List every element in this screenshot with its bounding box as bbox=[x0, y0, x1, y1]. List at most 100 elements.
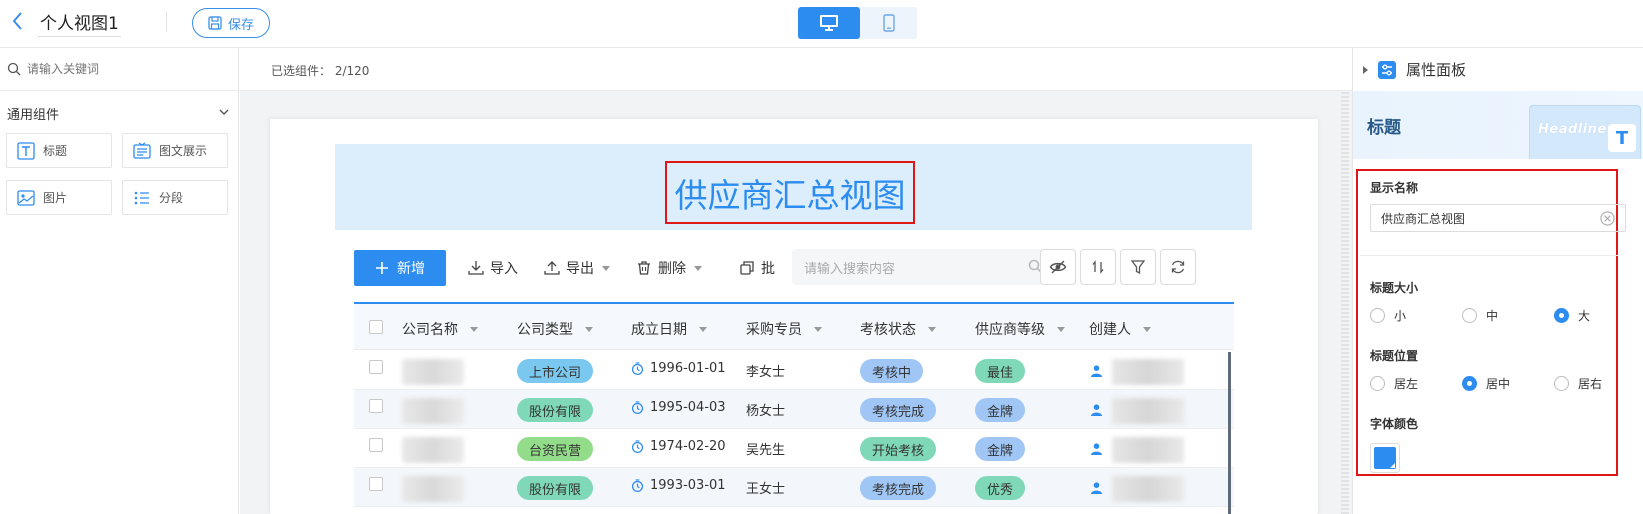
column-header[interactable]: 公司名称 bbox=[402, 319, 478, 339]
row-checkbox[interactable] bbox=[369, 477, 383, 491]
properties-panel-header[interactable]: 属性面板 bbox=[1353, 48, 1643, 91]
canvas-scrollbar[interactable] bbox=[1341, 92, 1349, 514]
display-name-input[interactable]: 供应商汇总视图 bbox=[1370, 204, 1626, 232]
delete-button[interactable]: 删除 bbox=[636, 250, 702, 286]
position-option-right[interactable]: 居右 bbox=[1554, 375, 1602, 392]
component-group-header[interactable]: 通用组件 bbox=[7, 104, 229, 123]
column-header-label: 供应商等级 bbox=[975, 322, 1045, 338]
component-title[interactable]: 标题 bbox=[6, 133, 112, 168]
size-option-medium[interactable]: 中 bbox=[1462, 307, 1498, 324]
level-tag: 最佳 bbox=[975, 359, 1026, 383]
row-checkbox[interactable] bbox=[369, 438, 383, 452]
creator-name-blurred bbox=[1112, 398, 1184, 424]
column-header[interactable]: 考核状态 bbox=[860, 319, 936, 339]
creator-name-blurred bbox=[1112, 437, 1184, 463]
properties-panel-title: 属性面板 bbox=[1406, 61, 1467, 79]
company-name-blurred bbox=[402, 437, 464, 463]
table-row[interactable]: 台资民营 1974-02-20 吴先生 开始考核 金牌 bbox=[354, 429, 1234, 468]
save-button[interactable]: 保存 bbox=[192, 8, 270, 38]
mobile-view-button[interactable] bbox=[860, 7, 917, 39]
component-search-input[interactable] bbox=[27, 62, 227, 76]
divider bbox=[1360, 255, 1618, 256]
hide-columns-button[interactable] bbox=[1040, 249, 1076, 285]
date-text: 1995-04-03 bbox=[650, 400, 726, 415]
column-header[interactable]: 供应商等级 bbox=[975, 319, 1065, 339]
table-search-placeholder: 请输入搜索内容 bbox=[804, 261, 896, 277]
page-title[interactable]: 供应商汇总视图 bbox=[665, 161, 915, 224]
back-icon[interactable] bbox=[10, 10, 34, 34]
desktop-view-button[interactable] bbox=[798, 7, 860, 39]
filter-button[interactable] bbox=[1120, 249, 1156, 285]
table-search-input[interactable]: 请输入搜索内容 bbox=[792, 249, 1052, 285]
row-checkbox[interactable] bbox=[369, 399, 383, 413]
clock-icon bbox=[631, 440, 644, 453]
radio-label: 小 bbox=[1394, 309, 1407, 323]
founded-date: 1996-01-01 bbox=[631, 361, 726, 376]
component-image[interactable]: 图片 bbox=[6, 180, 112, 215]
batch-edit-icon bbox=[740, 261, 754, 275]
user-icon bbox=[1091, 404, 1102, 416]
level-tag: 金牌 bbox=[975, 437, 1026, 461]
supplier-table: 公司名称 公司类型 成立日期 采购专员 考核状态 供应商等级 创建人 上市公司 … bbox=[354, 302, 1234, 514]
user-icon bbox=[1091, 482, 1102, 494]
import-icon bbox=[468, 261, 484, 275]
select-all-checkbox[interactable] bbox=[369, 320, 383, 334]
batch-button[interactable]: 批 bbox=[739, 250, 775, 286]
clear-icon[interactable] bbox=[1600, 211, 1615, 226]
status-tag: 考核完成 bbox=[860, 476, 937, 500]
table-header: 公司名称 公司类型 成立日期 采购专员 考核状态 供应商等级 创建人 bbox=[354, 304, 1234, 350]
column-header[interactable]: 创建人 bbox=[1089, 319, 1151, 339]
trash-icon bbox=[638, 261, 650, 275]
chevron-down-icon bbox=[1143, 326, 1151, 332]
position-option-center[interactable]: 居中 bbox=[1462, 375, 1510, 392]
table-row[interactable]: 上市公司 1996-01-01 李女士 考核中 最佳 bbox=[354, 351, 1234, 390]
column-header[interactable]: 采购专员 bbox=[746, 319, 822, 339]
column-header-label: 采购专员 bbox=[746, 322, 802, 338]
size-option-small[interactable]: 小 bbox=[1370, 307, 1406, 324]
column-header[interactable]: 公司类型 bbox=[517, 319, 593, 339]
refresh-button[interactable] bbox=[1160, 249, 1196, 285]
component-segment-label: 分段 bbox=[159, 191, 184, 205]
headline-illustration-text: Headline bbox=[1538, 122, 1607, 137]
add-button[interactable]: 新增 bbox=[354, 250, 446, 286]
properties-panel: 属性面板 标题 Headline T 显示名称 供应商汇总视图 标题大小 小 中… bbox=[1352, 48, 1643, 514]
component-image-text-label: 图文展示 bbox=[159, 144, 208, 158]
title-icon bbox=[17, 141, 35, 160]
search-icon bbox=[7, 62, 21, 76]
export-button[interactable]: 导出 bbox=[544, 250, 610, 286]
component-segment[interactable]: 分段 bbox=[122, 180, 228, 215]
refresh-icon bbox=[1171, 260, 1185, 274]
table-row[interactable]: 股份有限 1995-04-03 杨女士 考核完成 金牌 bbox=[354, 390, 1234, 429]
buyer-name: 杨女士 bbox=[746, 404, 786, 419]
position-option-left[interactable]: 居左 bbox=[1370, 375, 1418, 392]
clock-icon bbox=[631, 479, 644, 492]
font-color-picker[interactable] bbox=[1370, 443, 1400, 473]
import-label: 导入 bbox=[490, 261, 518, 277]
delete-label: 删除 bbox=[658, 261, 686, 277]
table-scrollbar[interactable] bbox=[1228, 352, 1231, 514]
chevron-down-icon bbox=[585, 326, 593, 332]
sort-button[interactable] bbox=[1080, 249, 1116, 285]
title-component[interactable]: 供应商汇总视图 bbox=[335, 144, 1252, 230]
table-row[interactable]: 股份有限 1993-03-01 王女士 考核完成 优秀 bbox=[354, 468, 1234, 507]
founded-date: 1993-03-01 bbox=[631, 478, 726, 493]
chevron-down-icon bbox=[470, 326, 478, 332]
import-button[interactable]: 导入 bbox=[468, 250, 518, 286]
size-option-large[interactable]: 大 bbox=[1554, 307, 1590, 324]
chevron-down-icon bbox=[699, 326, 707, 332]
company-type-tag: 股份有限 bbox=[517, 398, 594, 422]
export-icon bbox=[544, 261, 560, 275]
settings-sliders-icon bbox=[1378, 60, 1396, 79]
company-type-tag: 上市公司 bbox=[517, 359, 594, 383]
component-image-text[interactable]: 图文展示 bbox=[122, 133, 228, 168]
row-checkbox[interactable] bbox=[369, 360, 383, 374]
canvas-info-bar: 已选组件： 2/120 bbox=[240, 48, 1352, 91]
component-title-label: 标题 bbox=[43, 144, 68, 158]
company-name-blurred bbox=[402, 398, 464, 424]
view-title[interactable]: 个人视图1 bbox=[38, 9, 121, 37]
page-preview: 供应商汇总视图 新增 导入 导出 删除 批 请输入搜索内容 公司名称 公司类型 … bbox=[270, 119, 1318, 514]
chevron-down-icon bbox=[928, 326, 936, 332]
color-swatch-fill bbox=[1374, 447, 1396, 469]
column-header-label: 创建人 bbox=[1089, 322, 1131, 338]
column-header[interactable]: 成立日期 bbox=[631, 319, 707, 339]
